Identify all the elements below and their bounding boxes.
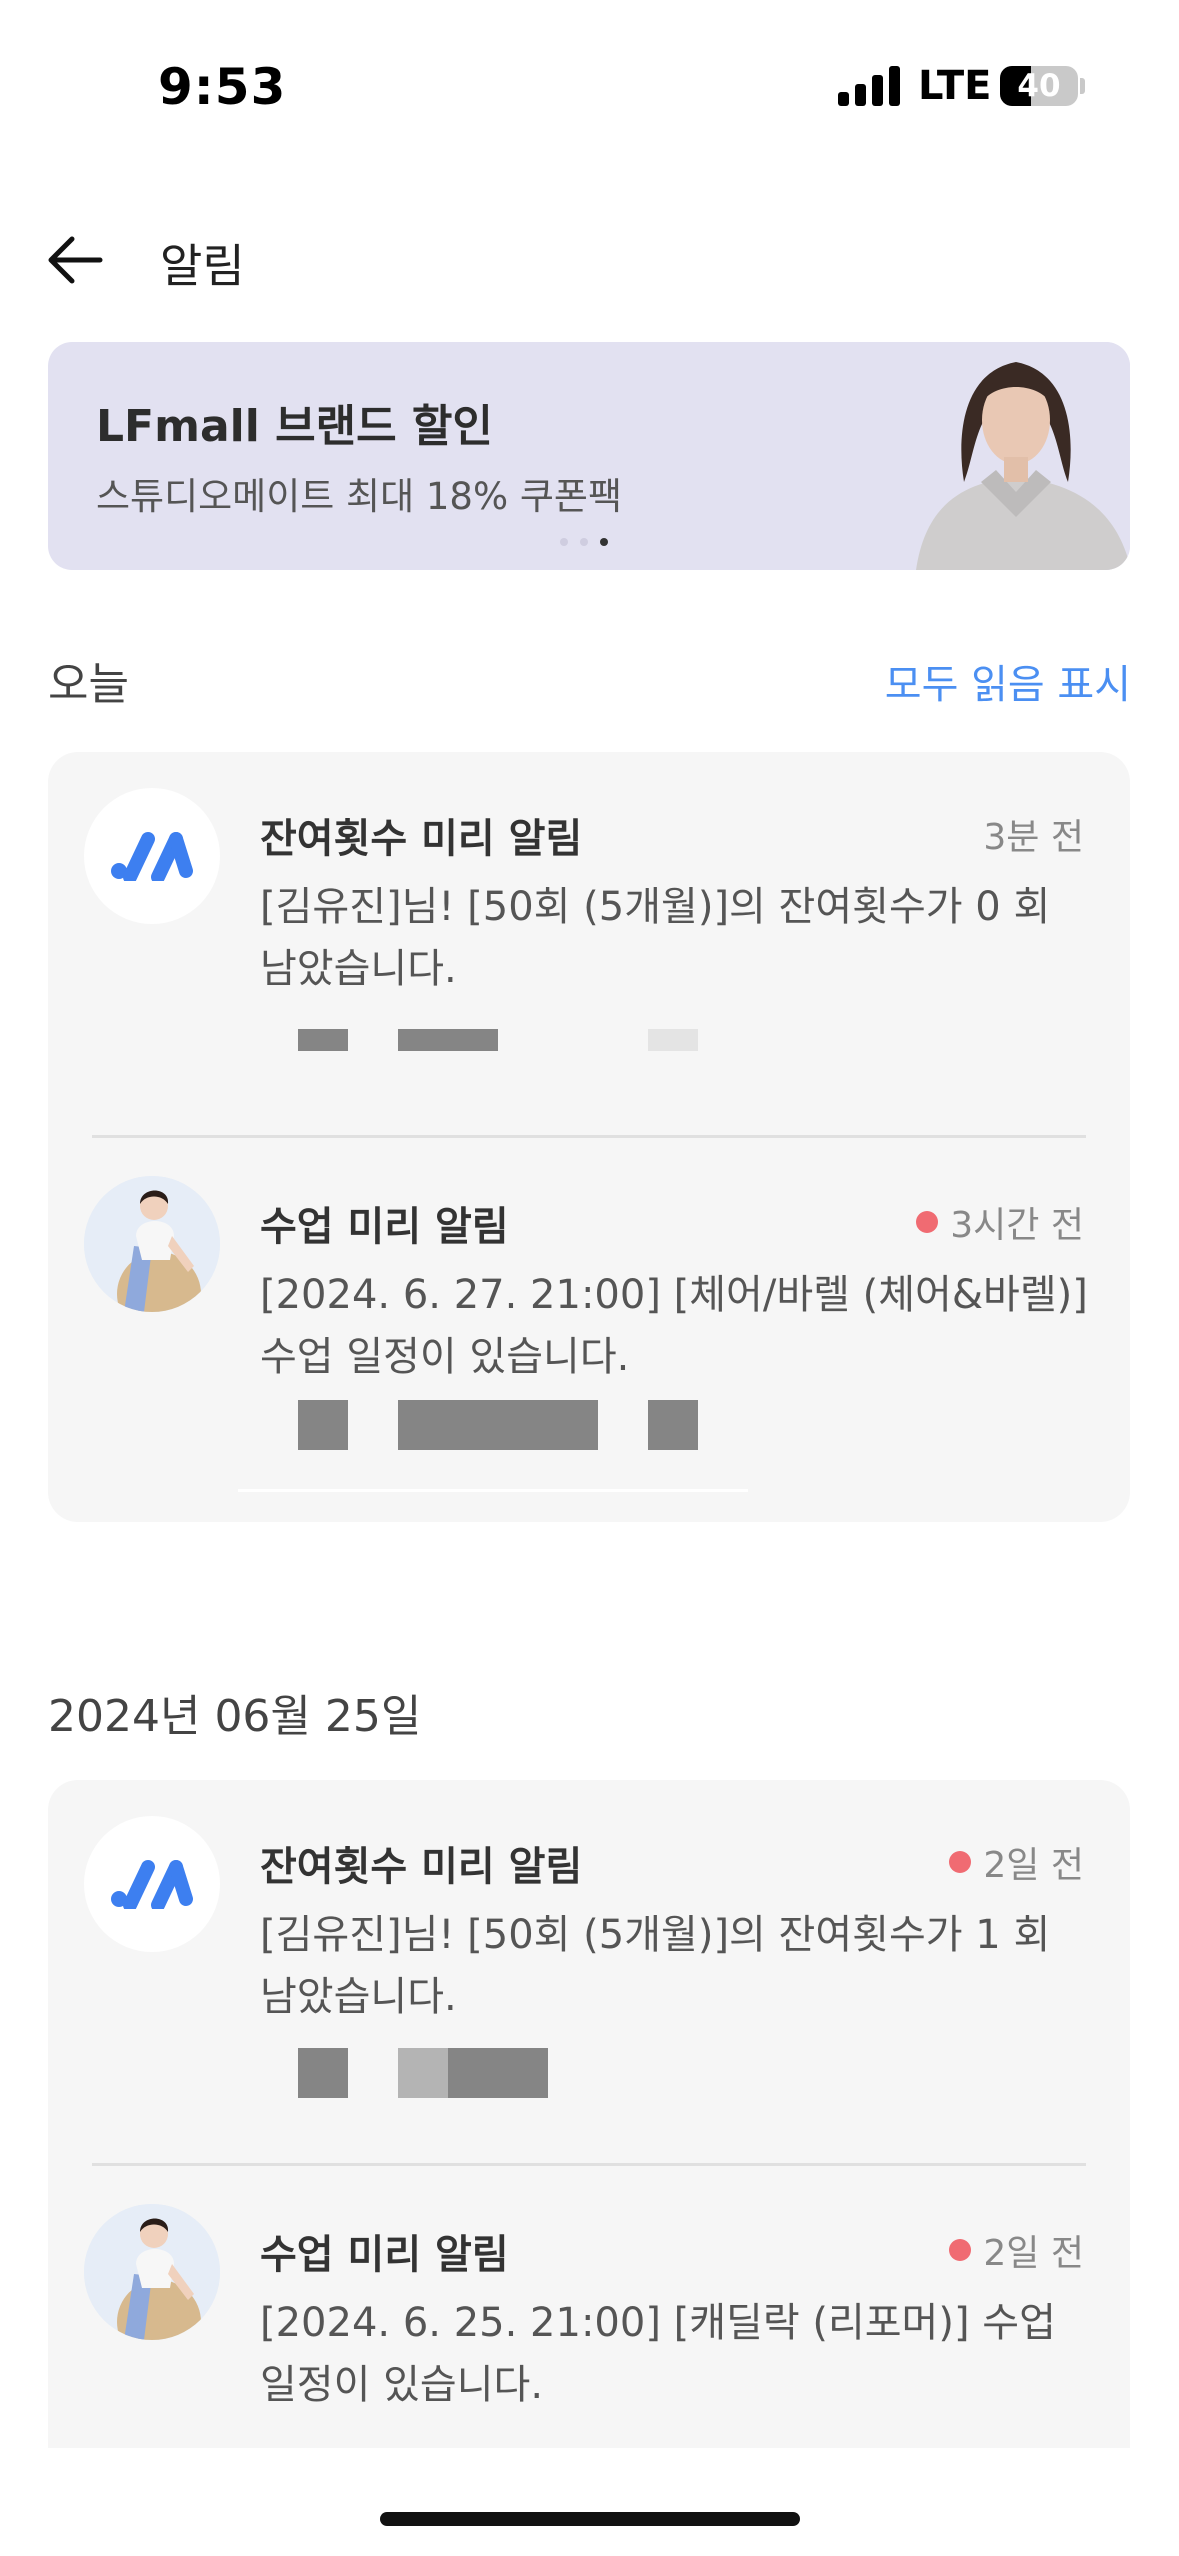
promo-banner[interactable]: LFmall 브랜드 할인 스튜디오메이트 최대 18% 쿠폰팩 [48, 342, 1130, 570]
divider [238, 1489, 748, 1492]
signal-icon [838, 66, 900, 106]
pagination-dot [560, 538, 568, 546]
notification-body: [2024. 6. 25. 21:00] [캐딜락 (리포머)] 수업 일정이 … [260, 2300, 1056, 2408]
redacted-block [648, 1400, 698, 1450]
section-today-label: 오늘 [48, 659, 129, 710]
battery-icon: 40 [1000, 66, 1078, 106]
back-button[interactable] [40, 225, 110, 295]
mark-all-read-button[interactable]: 모두 읽음 표시 [885, 652, 1131, 710]
banner-subtitle: 스튜디오메이트 최대 18% 쿠폰팩 [96, 475, 623, 518]
page-title: 알림 [160, 239, 245, 293]
home-indicator[interactable] [380, 2512, 800, 2526]
notification-time-text: 3시간 전 [950, 1205, 1084, 1246]
divider [92, 1135, 1086, 1138]
notification-time: 2일 전 [949, 1836, 1084, 1888]
network-label: LTE [918, 63, 992, 109]
notification-title: 잔여횟수 미리 알림 [260, 1844, 583, 1890]
redacted-block [298, 1400, 348, 1450]
redacted-block [448, 2048, 548, 2098]
app-logo-icon [84, 788, 220, 924]
notification-time-text: 2일 전 [983, 2233, 1084, 2274]
redacted-block [398, 1400, 598, 1450]
banner-model-photo [886, 342, 1130, 570]
redacted-block [398, 1029, 498, 1051]
redacted-block [398, 2048, 448, 2098]
unread-indicator [949, 1851, 972, 1873]
status-bar: 9:53 LTE 40 [0, 0, 1179, 150]
notification-item[interactable]: 잔여횟수 미리 알림 3분 전 [김유진]님! [50회 (5개월)]의 잔여횟… [48, 752, 1130, 1132]
notification-item[interactable]: 수업 미리 알림 3시간 전 [2024. 6. 27. 21:00] [체어/… [48, 1140, 1130, 1520]
banner-pagination [560, 538, 608, 546]
notification-time: 2일 전 [949, 2224, 1084, 2276]
notification-body: [김유진]님! [50회 (5개월)]의 잔여횟수가 1 회 남았습니다. [260, 1912, 1051, 2020]
instructor-photo [84, 1176, 220, 1312]
notification-time: 3분 전 [983, 808, 1084, 860]
header: 알림 [0, 200, 1179, 320]
instructor-photo [84, 2204, 220, 2340]
notification-item[interactable]: 잔여횟수 미리 알림 2일 전 [김유진]님! [50회 (5개월)]의 잔여횟… [48, 1780, 1130, 2160]
pagination-dot [580, 538, 588, 546]
section-date-label: 2024년 06월 25일 [48, 1691, 422, 1742]
redacted-block [298, 2048, 348, 2098]
app-logo-icon [84, 1816, 220, 1952]
notification-time: 3시간 전 [916, 1196, 1084, 1248]
battery-level: 40 [1017, 68, 1061, 104]
notification-group-today: 잔여횟수 미리 알림 3분 전 [김유진]님! [50회 (5개월)]의 잔여횟… [48, 752, 1130, 1522]
notification-title: 잔여횟수 미리 알림 [260, 816, 583, 862]
notification-time-text: 3분 전 [983, 817, 1084, 858]
pagination-dot-active [600, 538, 608, 546]
redacted-block [648, 1029, 698, 1051]
unread-indicator [949, 2239, 972, 2261]
notification-title: 수업 미리 알림 [260, 2232, 509, 2278]
unread-indicator [916, 1211, 939, 1233]
divider [92, 2163, 1086, 2166]
notification-title: 수업 미리 알림 [260, 1204, 509, 1250]
status-time: 9:53 [158, 58, 287, 116]
arrow-left-icon [48, 236, 103, 284]
notification-group-date: 잔여횟수 미리 알림 2일 전 [김유진]님! [50회 (5개월)]의 잔여횟… [48, 1780, 1130, 2556]
bottom-safe-area [0, 2448, 1179, 2556]
redacted-block [298, 1029, 348, 1051]
notification-body: [2024. 6. 27. 21:00] [체어/바렐 (체어&바렐)] 수업 … [260, 1272, 1088, 1380]
banner-title: LFmall 브랜드 할인 [96, 401, 493, 452]
notification-time-text: 2일 전 [983, 1845, 1084, 1886]
notification-body: [김유진]님! [50회 (5개월)]의 잔여횟수가 0 회 남았습니다. [260, 884, 1051, 992]
